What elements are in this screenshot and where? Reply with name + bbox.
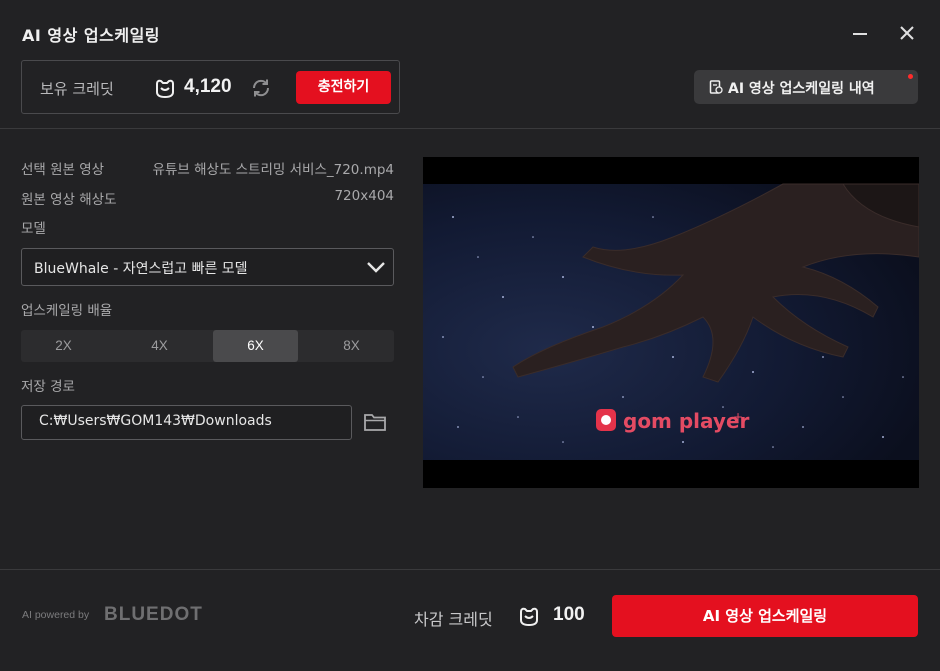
scale-option-2x[interactable]: 2X xyxy=(21,330,106,362)
header-divider xyxy=(0,128,940,129)
history-button[interactable]: AI 영상 업스케일링 내역 xyxy=(694,70,918,104)
close-button[interactable] xyxy=(896,22,918,44)
source-video-value: 유튜브 해상도 스트리밍 서비스_720.mp4 xyxy=(152,162,394,178)
chevron-down-icon xyxy=(367,262,385,273)
model-selected-value: BlueWhale - 자연스럽고 빠른 모델 xyxy=(34,261,248,277)
start-upscale-button[interactable]: AI 영상 업스케일링 xyxy=(612,595,918,637)
powered-by-text: AI powered by xyxy=(22,609,90,621)
credit-coin-icon xyxy=(156,79,174,99)
save-path-input[interactable]: C:₩Users₩GOM143₩Downloads xyxy=(21,405,352,440)
scale-option-8x[interactable]: 8X xyxy=(309,330,394,362)
video-preview: gom player + xyxy=(423,157,919,488)
charge-button[interactable]: 충전하기 xyxy=(296,71,391,104)
resolution-label: 원본 영상 해상도 xyxy=(21,192,117,208)
save-path-label: 저장 경로 xyxy=(21,379,75,395)
scale-label: 업스케일링 배율 xyxy=(21,303,113,319)
notification-dot xyxy=(908,74,913,79)
model-label: 모델 xyxy=(21,221,46,237)
bluedot-logo: BLUEDOT xyxy=(104,604,203,625)
resolution-value: 720x404 xyxy=(334,188,394,204)
minimize-button[interactable] xyxy=(849,22,871,44)
footer-divider xyxy=(0,569,940,570)
minimize-icon xyxy=(853,33,867,35)
credit-panel: 보유 크레딧 4,120 충전하기 xyxy=(21,60,400,114)
scale-option-4x[interactable]: 4X xyxy=(117,330,202,362)
refresh-icon[interactable] xyxy=(250,77,272,99)
credit-label: 보유 크레딧 xyxy=(40,80,114,98)
scale-selector: 2X 4X 6X 8X xyxy=(21,330,394,362)
deduct-credit-label: 차감 크레딧 xyxy=(414,610,493,629)
model-dropdown[interactable]: BlueWhale - 자연스럽고 빠른 모델 xyxy=(21,248,394,286)
window-title: AI 영상 업스케일링 xyxy=(22,26,161,45)
document-icon xyxy=(709,80,723,94)
preview-image: gom player + xyxy=(423,157,919,488)
credit-balance: 4,120 xyxy=(184,76,232,97)
scale-option-6x[interactable]: 6X xyxy=(213,330,298,362)
watermark-text: gom player xyxy=(623,409,750,433)
source-video-label: 선택 원본 영상 xyxy=(21,162,105,178)
watermark-plus: + xyxy=(733,410,743,424)
folder-icon[interactable] xyxy=(363,411,387,433)
deduct-credit-value: 100 xyxy=(553,604,585,625)
close-icon xyxy=(900,26,914,40)
credit-coin-icon xyxy=(520,607,538,627)
history-button-label: AI 영상 업스케일링 내역 xyxy=(728,81,875,97)
